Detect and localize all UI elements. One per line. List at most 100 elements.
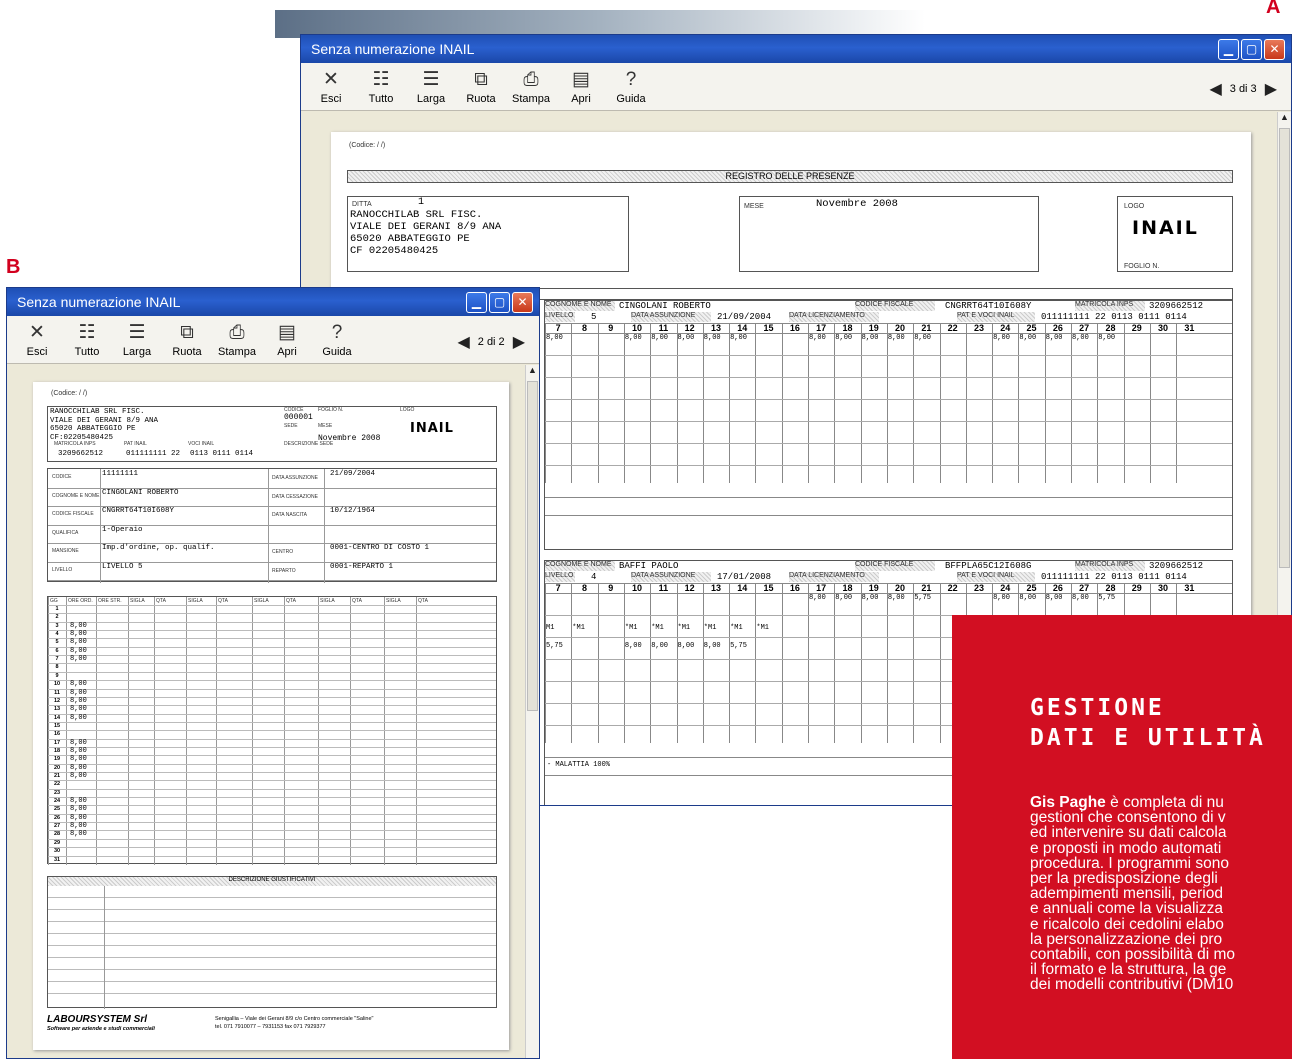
guida-button[interactable]: ? Guida: [609, 67, 653, 106]
stampa-button[interactable]: ⎙ Stampa: [215, 320, 259, 359]
day-header: 13: [710, 323, 721, 333]
prev-page-icon[interactable]: ◀: [1209, 79, 1221, 99]
toolbar-button-label: Tutto: [74, 346, 100, 358]
larga-button[interactable]: ☰ Larga: [115, 320, 159, 359]
grid-line: [104, 886, 105, 1009]
day-header: 17: [816, 323, 827, 333]
grid-hours: 8,00: [70, 755, 87, 764]
day-header: 29: [1131, 583, 1142, 593]
esci-button[interactable]: ✕ Esci: [15, 320, 59, 359]
grid-header: QTA: [156, 598, 166, 604]
grid-hours: 8,00: [70, 630, 87, 639]
ruota-button[interactable]: ⧉ Ruota: [459, 67, 503, 106]
apri-button[interactable]: ▤ Apri: [265, 320, 309, 359]
footer-phone: tel. 071 7910077 – 7931153 fax 071 79293…: [215, 1024, 326, 1030]
mese-box: MESE Novembre 2008: [739, 196, 1039, 272]
grid-line: [48, 671, 496, 673]
esci-button[interactable]: ✕ Esci: [309, 67, 353, 106]
field-label: MANSIONE: [52, 548, 79, 554]
window-b-viewer[interactable]: (Codice: / /) RANOCCHILAB SRL FISC. VIALE …: [7, 365, 525, 1058]
hour-cell: 8,00: [546, 334, 563, 342]
stampa-button[interactable]: ⎙ Stampa: [509, 67, 553, 106]
hour-cell: 8,00: [835, 334, 853, 342]
field-label: CENTRO: [272, 549, 294, 555]
next-page-icon[interactable]: ▶: [1265, 79, 1277, 99]
grid-line: [48, 855, 496, 857]
prev-page-icon[interactable]: ◀: [457, 332, 469, 352]
window-b-scrollbar[interactable]: ▲: [525, 365, 539, 1058]
hour-cell: 8,00: [677, 334, 695, 342]
day-header: 31: [1184, 323, 1195, 333]
hour-cell: 8,00: [730, 334, 747, 342]
grid-line: [781, 323, 783, 483]
minimize-icon[interactable]: ▁: [466, 292, 487, 313]
grid-day: 11: [54, 689, 60, 696]
day-header: 12: [684, 583, 695, 593]
emp-field: PAT E VOCI INAIL: [957, 572, 1035, 582]
grid-day: 9: [55, 672, 59, 679]
tutto-button[interactable]: ☷ Tutto: [65, 320, 109, 359]
maximize-icon[interactable]: ▢: [1241, 39, 1262, 60]
grid-header: ORE STR.: [98, 598, 122, 604]
maximize-icon[interactable]: ▢: [489, 292, 510, 313]
figure-label-a: A: [1266, 0, 1281, 18]
toolbar-button-label: Ruota: [466, 93, 496, 105]
emp-field: CODICE FISCALE: [855, 301, 935, 311]
print-icon: ⎙: [523, 69, 539, 90]
grid-line: [48, 621, 496, 623]
grid-line: [48, 655, 496, 657]
grid-line: [48, 830, 496, 832]
grid-line: [48, 993, 496, 994]
toolbar-button-label: Apri: [277, 346, 297, 358]
toolbar-button-label: Stampa: [512, 93, 550, 105]
codice-value: 000001: [284, 413, 313, 422]
toolbar-button-label: Esci: [26, 346, 48, 358]
grid-line: [860, 583, 862, 743]
grid-line: [545, 497, 1232, 498]
hour-cell: 8,00: [1072, 334, 1089, 342]
footer-tagline: Software per aziende e studi commerciali: [47, 1026, 155, 1032]
grid-day: 15: [53, 722, 61, 729]
grid-header: GG: [50, 598, 58, 604]
code-cell: M1: [546, 624, 555, 632]
field-value: 11111111: [102, 470, 139, 478]
register-title: REGISTRO DELLE PRESENZE: [725, 171, 855, 181]
grid-line: [48, 813, 496, 815]
grid-line: [886, 583, 888, 743]
emp-field: CNGRRT64T10I608Y: [945, 301, 1032, 311]
emp-field: COGNOME E NOME: [545, 561, 615, 571]
guida-button[interactable]: ? Guida: [315, 320, 359, 359]
window-b-titlebar[interactable]: Senza numerazione INAIL ▁ ▢ ✕: [7, 288, 539, 316]
grid-day: 27: [53, 823, 61, 830]
field-value: 10/12/1964: [330, 507, 376, 515]
grid-day: 13: [53, 706, 61, 713]
scroll-up-icon[interactable]: ▲: [1278, 112, 1291, 122]
rotate-icon: ⧉: [474, 69, 488, 90]
day-header: 20: [895, 323, 906, 333]
close-window-icon[interactable]: ✕: [512, 292, 533, 313]
window-a-titlebar[interactable]: Senza numerazione INAIL ▁ ▢ ✕: [301, 35, 1291, 63]
close-window-icon[interactable]: ✕: [1264, 39, 1285, 60]
grid-line: [48, 921, 496, 922]
scroll-up-icon[interactable]: ▲: [526, 365, 539, 375]
hour-cell: 8,00: [1019, 594, 1037, 602]
apri-button[interactable]: ▤ Apri: [559, 67, 603, 106]
tutto-button[interactable]: ☷ Tutto: [359, 67, 403, 106]
ditta-number: 1: [418, 197, 425, 208]
grid-hours: 8,00: [70, 738, 87, 747]
grid-line: [1097, 323, 1099, 483]
grid-day: 23: [53, 789, 61, 796]
open-icon: ▤: [572, 69, 590, 90]
ruota-button[interactable]: ⧉ Ruota: [165, 320, 209, 359]
hour-cell: 8,00: [1072, 594, 1089, 602]
larga-button[interactable]: ☰ Larga: [409, 67, 453, 106]
minimize-icon[interactable]: ▁: [1218, 39, 1239, 60]
grid-line: [48, 909, 496, 910]
next-page-icon[interactable]: ▶: [513, 332, 525, 352]
attendance-grid: GG ORE ORD. ORE STR. SIGLA QTA SIGLA QTA SIGLA Q…: [47, 596, 497, 865]
scroll-thumb[interactable]: [1279, 128, 1290, 568]
promo-title-line-2: DATI E UTILITÀ: [1030, 725, 1266, 751]
grid-header: ORE ORD.: [68, 598, 93, 604]
scroll-thumb[interactable]: [527, 381, 538, 711]
grid-line: [781, 583, 783, 743]
